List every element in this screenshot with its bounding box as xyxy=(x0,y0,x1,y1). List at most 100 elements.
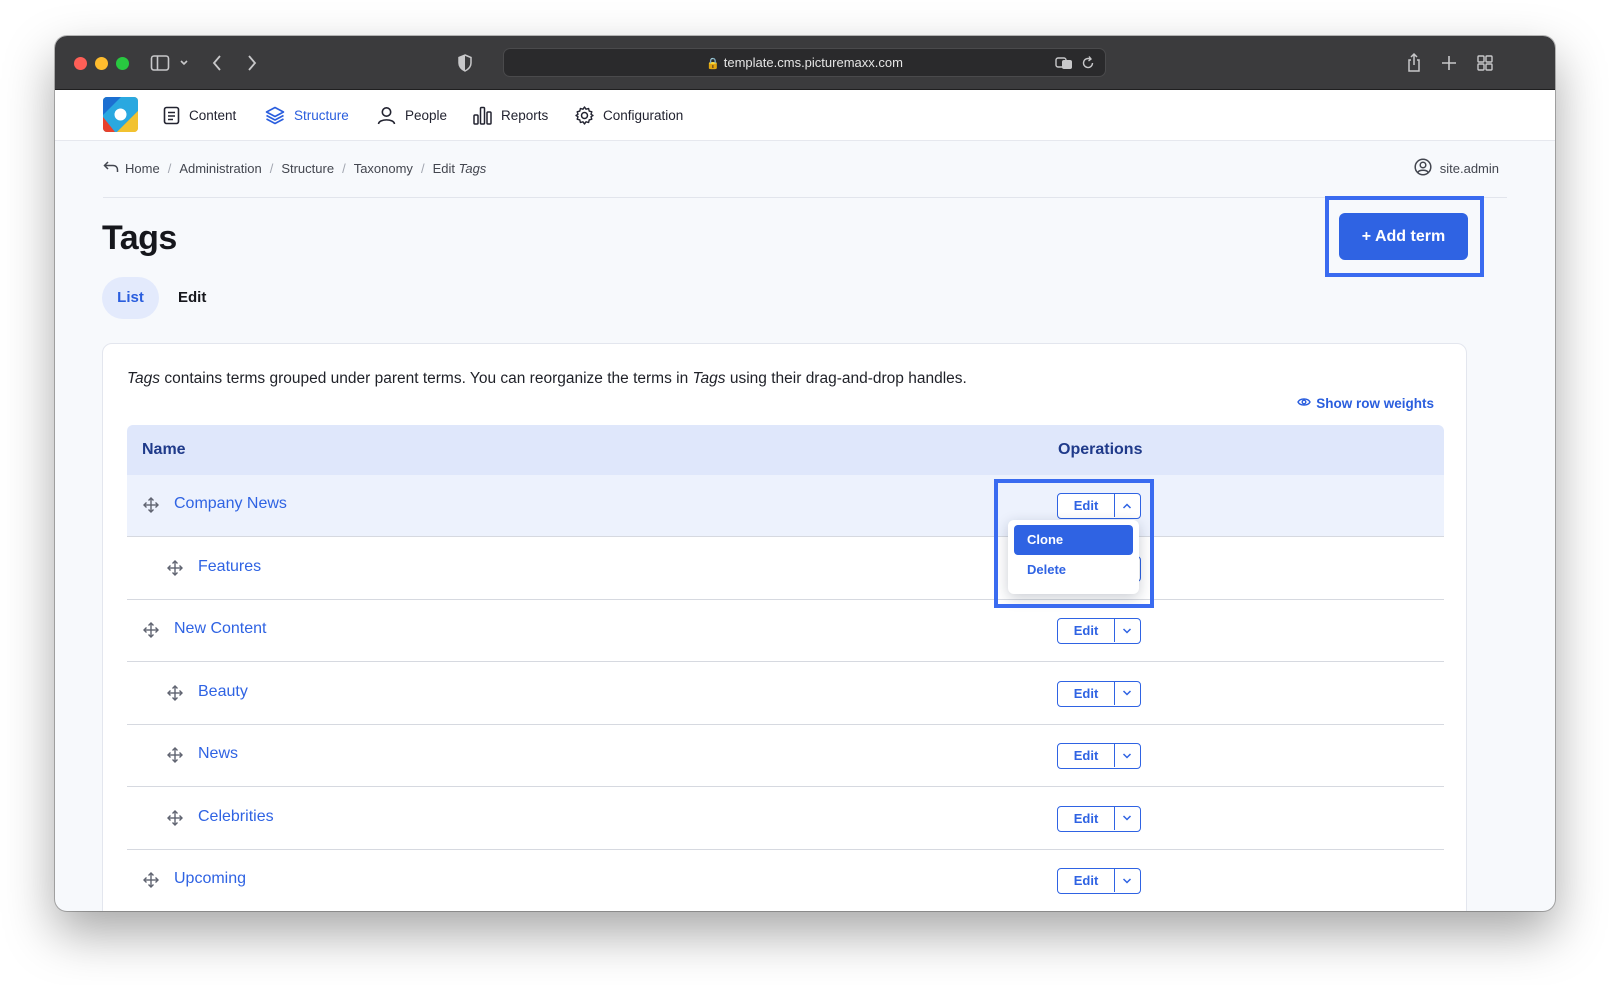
share-icon[interactable] xyxy=(1406,50,1424,76)
drag-handle-icon[interactable] xyxy=(166,809,184,827)
table-row: News Edit xyxy=(127,725,1444,787)
page-title: Tags xyxy=(102,219,177,257)
terms-card: Tags contains terms grouped under parent… xyxy=(102,343,1467,911)
url-text: template.cms.picturemaxx.com xyxy=(723,55,903,70)
term-link[interactable]: Beauty xyxy=(198,683,248,701)
back-arrow-icon[interactable] xyxy=(103,160,119,177)
operations-button-group: Edit xyxy=(1057,618,1141,644)
breadcrumb: Home / Administration / Structure / Taxo… xyxy=(103,160,486,177)
breadcrumb-administration[interactable]: Administration xyxy=(179,161,261,176)
chevron-down-icon[interactable] xyxy=(1115,619,1139,642)
address-bar[interactable]: 🔒 template.cms.picturemaxx.com xyxy=(503,48,1106,77)
chevron-down-icon[interactable] xyxy=(1115,869,1139,892)
chevron-down-icon[interactable] xyxy=(178,50,192,76)
breadcrumb-current: Edit Tags xyxy=(433,161,487,176)
chevron-down-icon[interactable] xyxy=(1115,682,1139,705)
tab-edit[interactable]: Edit xyxy=(178,277,206,319)
close-window-button[interactable] xyxy=(74,57,87,70)
column-header-operations: Operations xyxy=(1058,441,1143,458)
drag-handle-icon[interactable] xyxy=(166,559,184,577)
operations-button-group: Edit xyxy=(1057,743,1141,769)
drag-handle-icon[interactable] xyxy=(142,496,160,514)
column-header-name: Name xyxy=(142,441,186,458)
table-row: Company News Edit xyxy=(127,475,1444,537)
term-link[interactable]: Celebrities xyxy=(198,808,274,826)
description-text: using their drag-and-drop handles. xyxy=(725,370,967,387)
nav-structure[interactable]: Structure xyxy=(265,90,349,141)
breadcrumb-current-prefix: Edit xyxy=(432,161,455,176)
maximize-window-button[interactable] xyxy=(116,57,129,70)
breadcrumb-home[interactable]: Home xyxy=(125,161,160,176)
breadcrumb-taxonomy[interactable]: Taxonomy xyxy=(354,161,413,176)
eye-icon xyxy=(1297,396,1312,411)
drag-handle-icon[interactable] xyxy=(166,746,184,764)
highlight-frame xyxy=(994,479,1154,608)
breadcrumb-separator: / xyxy=(167,161,172,176)
layers-icon xyxy=(265,106,285,125)
table-row: New Content Edit xyxy=(127,600,1444,662)
operations-button-group: Edit xyxy=(1057,680,1141,707)
add-term-button[interactable]: + Add term xyxy=(1339,213,1468,260)
edit-term-button[interactable]: Edit xyxy=(1058,619,1115,642)
breadcrumb-current-vocabulary: Tags xyxy=(458,161,487,176)
site-logo[interactable] xyxy=(103,97,138,132)
table-row: Upcoming Edit xyxy=(127,850,1444,911)
nav-reports[interactable]: Reports xyxy=(473,90,548,141)
user-name: site.admin xyxy=(1439,161,1499,176)
breadcrumb-separator: / xyxy=(420,161,425,176)
nav-content-label: Content xyxy=(189,108,237,123)
breadcrumb-separator: / xyxy=(269,161,274,176)
user-menu[interactable]: site.admin xyxy=(1414,158,1499,179)
breadcrumb-separator: / xyxy=(342,161,346,176)
tab-overview-icon[interactable] xyxy=(1477,50,1495,76)
table-row: FeaturesEdit xyxy=(127,538,1444,600)
operations-button-group: Edit xyxy=(1057,868,1141,894)
reload-icon[interactable] xyxy=(1081,55,1095,76)
content-icon xyxy=(163,106,180,125)
user-avatar-icon xyxy=(1414,158,1432,179)
gear-icon xyxy=(575,106,594,125)
drag-handle-icon[interactable] xyxy=(166,684,184,702)
admin-toolbar: Content Structure People Reports Configu… xyxy=(55,90,1555,141)
tab-list[interactable]: List xyxy=(102,277,159,319)
drag-handle-icon[interactable] xyxy=(142,621,160,639)
browser-window: 🔒 template.cms.picturemaxx.com Content S… xyxy=(55,36,1555,911)
table-row: Celebrities Edit xyxy=(127,788,1444,850)
forward-icon[interactable] xyxy=(245,50,263,76)
new-tab-icon[interactable] xyxy=(1441,50,1459,76)
chevron-down-icon[interactable] xyxy=(1115,807,1139,830)
person-icon xyxy=(377,106,396,125)
back-icon[interactable] xyxy=(210,50,228,76)
translate-icon[interactable] xyxy=(1055,55,1073,76)
term-link[interactable]: News xyxy=(198,745,238,763)
chevron-down-icon[interactable] xyxy=(1115,744,1139,767)
term-link[interactable]: Upcoming xyxy=(174,870,246,888)
shield-icon[interactable] xyxy=(457,50,477,76)
browser-chrome: 🔒 template.cms.picturemaxx.com xyxy=(55,36,1555,90)
edit-term-button[interactable]: Edit xyxy=(1058,869,1115,892)
drag-handle-icon[interactable] xyxy=(142,871,160,889)
description-text: contains terms grouped under parent term… xyxy=(160,370,693,387)
nav-people[interactable]: People xyxy=(377,90,447,141)
term-link[interactable]: Company News xyxy=(174,495,287,513)
edit-term-button[interactable]: Edit xyxy=(1058,806,1115,830)
vocabulary-description: Tags contains terms grouped under parent… xyxy=(127,370,967,388)
nav-configuration[interactable]: Configuration xyxy=(575,90,683,141)
breadcrumb-structure[interactable]: Structure xyxy=(281,161,334,176)
minimize-window-button[interactable] xyxy=(95,57,108,70)
divider xyxy=(103,197,1507,198)
edit-term-button[interactable]: Edit xyxy=(1058,681,1115,705)
term-link[interactable]: Features xyxy=(198,558,261,576)
term-link[interactable]: New Content xyxy=(174,620,267,638)
nav-content[interactable]: Content xyxy=(163,90,236,141)
operations-button-group: Edit xyxy=(1057,805,1141,832)
show-row-weights-button[interactable]: Show row weights xyxy=(1297,396,1434,411)
description-vocabulary-name: Tags xyxy=(127,370,161,387)
lock-icon: 🔒 xyxy=(706,58,720,70)
nav-configuration-label: Configuration xyxy=(603,108,684,123)
bar-chart-icon xyxy=(473,106,492,125)
table-row: Beauty Edit xyxy=(127,663,1444,725)
edit-term-button[interactable]: Edit xyxy=(1058,744,1115,767)
sidebar-icon[interactable] xyxy=(150,50,172,76)
show-row-weights-label: Show row weights xyxy=(1316,396,1434,411)
